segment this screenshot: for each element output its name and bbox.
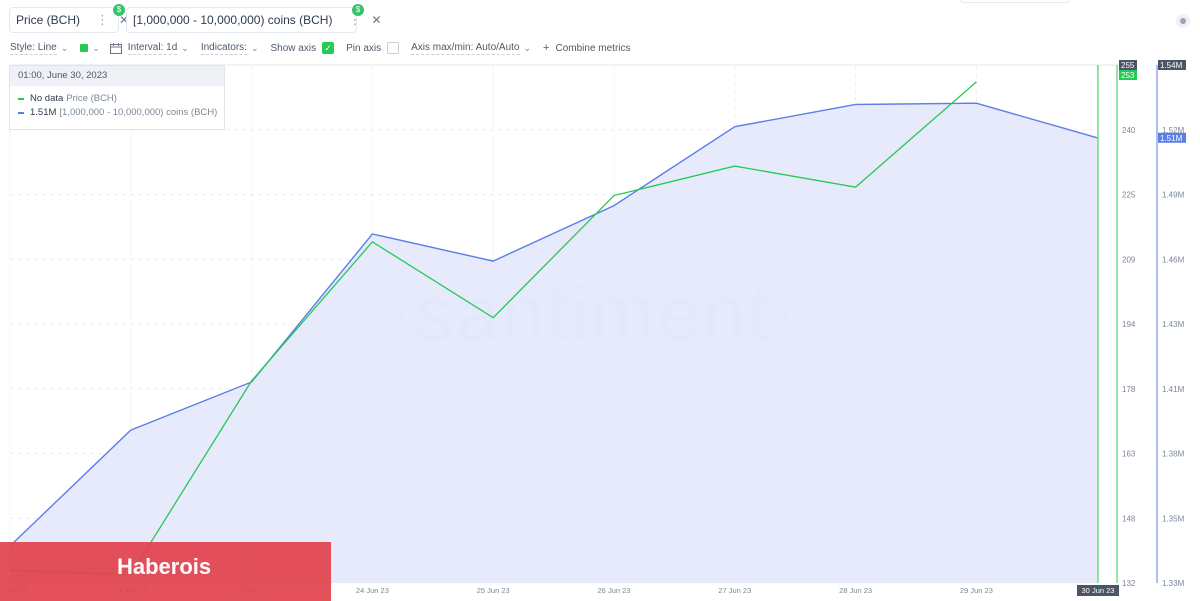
chart-grid [9, 64, 1118, 584]
chevron-down-icon: ⌄ [60, 42, 69, 53]
dollar-badge-icon: $ [112, 3, 126, 17]
axis-maxmin-label: Axis max/min: Auto/Auto [411, 41, 520, 55]
price-axis-tick: 178 [1122, 385, 1136, 394]
watermark-dot-left [397, 314, 405, 322]
price-axis-tick: 209 [1122, 255, 1136, 264]
color-swatch [80, 44, 89, 52]
indicators-dropdown[interactable]: Indicators: ⌄ [200, 41, 259, 55]
santiment-watermark: santiment [415, 269, 771, 357]
holders-current-label-bg [1158, 132, 1186, 143]
color-picker[interactable]: ⌄ [80, 43, 100, 54]
x-axis-tick: 28 Jun 23 [839, 586, 872, 595]
price-axis-tick: 225 [1122, 191, 1136, 200]
combine-metrics-button[interactable]: + Combine metrics [543, 42, 630, 54]
holders-axis-tick: 1.49M [1162, 191, 1185, 200]
x-axis-tick: 24 Jun 23 [356, 586, 389, 595]
holders-axis-tick: 1.38M [1162, 450, 1185, 459]
x-axis-tick: 27 Jun 23 [718, 586, 751, 595]
holders-axis-tick: 1.43M [1162, 320, 1185, 329]
axis-maxmin-dropdown[interactable]: Axis max/min: Auto/Auto ⌄ [411, 42, 531, 55]
price-current-label-bg [1119, 70, 1137, 80]
metric-tab-price[interactable]: Price (BCH) ⋮ ✕ $ [9, 3, 129, 33]
holders-axis-tick: 1.46M [1162, 255, 1185, 264]
legend-swatch [18, 97, 24, 100]
chevron-down-icon: ⌄ [181, 42, 189, 53]
holders-current-label: 1.51M [1160, 134, 1183, 143]
dollar-badge-icon: $ [351, 3, 365, 17]
settings-icon[interactable] [1176, 14, 1190, 28]
holders-axis-tick: 1.41M [1162, 385, 1185, 394]
x-axis-tick: 25 Jun 23 [477, 586, 510, 595]
chevron-down-icon: ⌄ [523, 42, 532, 53]
chevron-down-icon: ⌄ [92, 42, 100, 53]
tooltip-date: 01:00, June 30, 2023 [10, 66, 224, 86]
tooltip-metric-name: Price (BCH) [66, 93, 117, 104]
price-axis-tick: 148 [1122, 514, 1136, 523]
price-axis-tick: 194 [1122, 320, 1136, 329]
tooltip-value: 1.51M [30, 107, 57, 118]
search-input[interactable] [960, 0, 1070, 3]
holders-axis-tick: 1.54M [1160, 61, 1183, 70]
price-axis-tick: 132 [1122, 579, 1136, 588]
combine-metrics-label: Combine metrics [555, 42, 631, 54]
holders-axis-tick: 1.35M [1162, 514, 1185, 523]
price-axis-tick: 163 [1122, 450, 1136, 459]
show-axis-label: Show axis [270, 42, 317, 54]
indicators-label: Indicators: [200, 41, 247, 55]
style-label: Style: Line [10, 41, 57, 55]
holders-area [10, 103, 1098, 583]
holders-series-line [9, 102, 1098, 547]
holders-axis-tick: 1.52M [1162, 126, 1185, 135]
pin-axis-toggle[interactable]: Pin axis [346, 42, 400, 54]
checkmark-icon[interactable]: ✓ [322, 42, 335, 54]
calendar-icon [109, 42, 122, 54]
pin-axis-checkbox[interactable] [387, 42, 400, 54]
watermark-dot-right [781, 314, 789, 322]
metric-tab-holders[interactable]: [1,000,000 - 10,000,000) coins (BCH) ⋮ ✕… [126, 3, 382, 33]
holders-axis-tick: 1.33M [1162, 579, 1185, 588]
price-max-label-bg [1119, 60, 1137, 70]
chart-tooltip: 01:00, June 30, 2023 No data Price (BCH)… [9, 65, 225, 130]
show-axis-toggle[interactable]: Show axis ✓ [271, 42, 335, 54]
pin-axis-label: Pin axis [346, 42, 382, 54]
style-dropdown[interactable]: Style: Line ⌄ [10, 42, 68, 55]
x-highlight-label-bg [1077, 585, 1119, 596]
x-axis-tick: 26 Jun 23 [598, 586, 631, 595]
close-icon[interactable]: ✕ [369, 13, 389, 27]
banner-text: Haberois [117, 554, 212, 579]
haberois-banner: Haberois [0, 542, 331, 601]
price-current-label: 253 [1121, 71, 1135, 80]
x-axis-tick: 29 Jun 23 [960, 586, 993, 595]
chart-toolbar: Style: Line ⌄ ⌄ Interval: 1d ⌄ Indicator… [10, 40, 643, 56]
x-highlight-label: 30 Jun 23 [1082, 586, 1115, 595]
metric-tab-label: Price (BCH) [16, 13, 81, 27]
price-max-label: 255 [1121, 61, 1135, 70]
chevron-down-icon: ⌄ [250, 42, 259, 53]
metric-tab-label: [1,000,000 - 10,000,000) coins (BCH) [133, 13, 333, 27]
price-axis-tick: 240 [1122, 126, 1136, 135]
interval-dropdown[interactable]: Interval: 1d ⌄ [109, 41, 189, 55]
tooltip-row: 1.51M [1,000,000 - 10,000,000) coins (BC… [10, 106, 224, 119]
plus-icon: + [543, 42, 550, 54]
tooltip-value: No data [30, 93, 64, 104]
tooltip-row: No data Price (BCH) [10, 92, 224, 105]
price-series-line [9, 81, 977, 576]
legend-swatch [18, 111, 24, 114]
interval-label: Interval: 1d [127, 41, 178, 55]
holders-max-label-bg [1158, 60, 1186, 70]
tooltip-metric-name: [1,000,000 - 10,000,000) coins (BCH) [59, 107, 218, 118]
